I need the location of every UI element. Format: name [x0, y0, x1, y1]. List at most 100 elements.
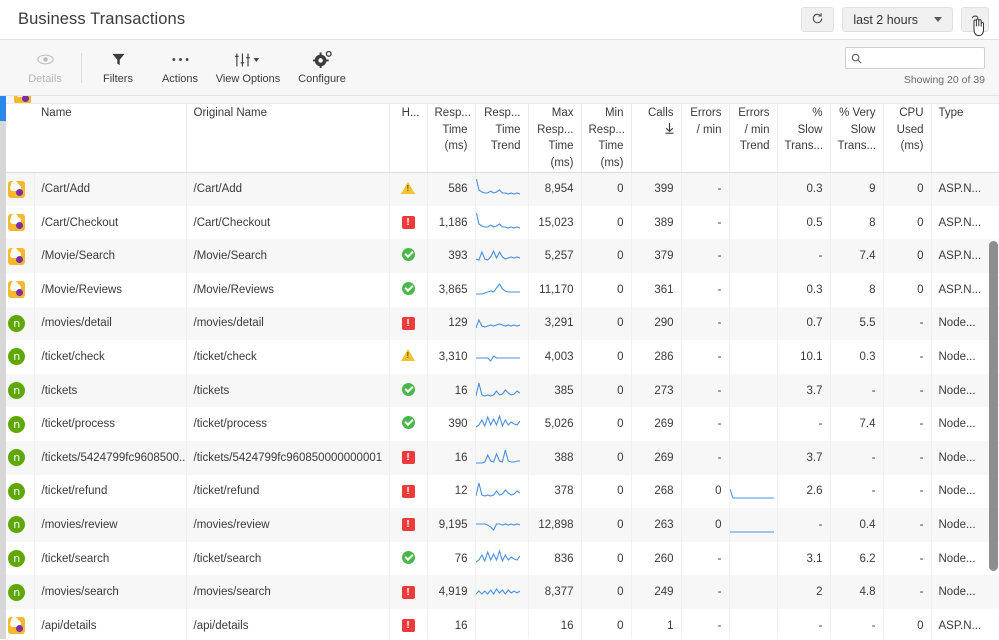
critical-icon: ! [401, 484, 415, 498]
sparkline [475, 449, 520, 464]
row-name[interactable]: /ticket/process [34, 407, 187, 441]
sparkline [475, 548, 520, 563]
row-cpu-used: 0 [883, 172, 932, 206]
table-row[interactable]: n/ticket/search/ticket/search 76 836 0 260-3… [0, 541, 999, 576]
th-name[interactable]: Name [34, 96, 187, 173]
th-response-time[interactable]: Resp... Time (ms) [427, 96, 476, 173]
row-max-response-time: 8,954 [528, 172, 582, 206]
row-health [389, 239, 428, 273]
row-name[interactable]: /Cart/Add [34, 172, 187, 206]
row-health: ! [389, 205, 428, 240]
row-original-name: /tickets [186, 373, 390, 408]
th-pct-very-slow[interactable]: % Very Slow Trans... [830, 96, 884, 173]
row-max-response-time: 5,026 [528, 407, 582, 441]
time-range-selector[interactable]: last 2 hours [842, 7, 953, 32]
row-errors-trend [729, 474, 778, 509]
filters-button[interactable]: Filters [87, 44, 149, 92]
th-min-response-time[interactable]: Min Resp... Time (ms) [581, 96, 632, 173]
table-row[interactable]: n/ticket/process/ticket/process 390 5,026 0… [0, 407, 999, 441]
left-scrollbar-track[interactable] [0, 96, 6, 639]
row-health [389, 407, 428, 441]
actions-label: Actions [161, 72, 199, 85]
row-cpu-used: - [883, 440, 932, 475]
th-response-time-trend[interactable]: Resp... Time Trend [475, 96, 529, 173]
th-health[interactable]: H... [389, 96, 428, 173]
table-row[interactable]: /Movie/Search/Movie/Search 393 5,257 0 379- -… [0, 239, 999, 273]
table-row[interactable]: n/tickets/tickets 16 385 0 273-3.7- - Node... [0, 373, 999, 408]
th-original-name[interactable]: Original Name [186, 96, 390, 173]
row-name[interactable]: /movies/review [34, 508, 187, 542]
search-input[interactable] [866, 51, 979, 65]
row-calls: 379 [631, 239, 682, 273]
row-name[interactable]: /ticket/search [34, 541, 187, 576]
row-name[interactable]: /ticket/refund [34, 474, 187, 509]
row-health [389, 272, 428, 307]
row-name[interactable]: /movies/search [34, 575, 187, 609]
row-max-response-time: 3,291 [528, 306, 582, 341]
row-errors-trend [729, 541, 778, 576]
row-errors-trend [729, 205, 778, 240]
row-max-response-time: 388 [528, 440, 582, 475]
row-name[interactable]: /tickets [34, 373, 187, 408]
table-row[interactable]: /Cart/Add/Cart/Add5868,9540399-0.390ASP.… [0, 172, 999, 206]
row-calls: 389 [631, 205, 682, 240]
dotnet-icon [8, 247, 26, 265]
row-max-response-time: 385 [528, 373, 582, 408]
table-row[interactable]: /api/details/api/details! 16 16 0 1- - -0 ASP.N… [0, 608, 999, 639]
sliders-icon [235, 51, 261, 69]
table-row[interactable]: n/ticket/refund/ticket/refund! 12 378 0 268 0… [0, 474, 999, 509]
vertical-scrollbar-thumb[interactable] [989, 241, 998, 571]
row-errors-per-min: - [681, 205, 730, 240]
node-icon: n [8, 415, 26, 433]
row-name[interactable]: /Movie/Reviews [34, 272, 187, 307]
row-errors-per-min: 0 [681, 474, 730, 509]
table-row[interactable]: n/movies/review/movies/review! 9,195 12,89… [0, 508, 999, 542]
th-cpu-used[interactable]: CPU Used (ms) [883, 96, 932, 173]
showing-count: Showing 20 of 39 [903, 74, 985, 86]
configure-button[interactable]: Configure [285, 44, 359, 92]
th-errors-per-min-trend[interactable]: Errors / min Trend [729, 96, 778, 173]
row-cpu-used: - [883, 306, 932, 341]
row-response-time-trend [475, 407, 529, 441]
row-original-name: /Movie/Reviews [186, 272, 390, 307]
warning-icon [401, 349, 415, 362]
table-row[interactable]: n/tickets/5424799fc9608500.../tickets/54… [0, 440, 999, 475]
table-row[interactable]: /Movie/Reviews/Movie/Reviews 3,865 11,170 0… [0, 272, 999, 307]
row-cpu-used: - [883, 373, 932, 408]
row-original-name: /ticket/refund [186, 474, 390, 509]
left-scrollbar-thumb[interactable] [0, 96, 6, 121]
th-errors-per-min[interactable]: Errors / min [681, 96, 730, 173]
critical-icon: ! [401, 585, 415, 599]
refresh-button[interactable] [801, 7, 835, 32]
search-box[interactable] [845, 47, 985, 69]
critical-icon: ! [401, 451, 415, 465]
details-button[interactable]: Details [14, 44, 76, 92]
table-row[interactable]: /Cart/Checkout/Cart/Checkout! 1,186 15,023… [0, 205, 999, 240]
th-pct-slow[interactable]: % Slow Trans... [777, 96, 831, 173]
row-name[interactable]: /movies/detail [34, 306, 187, 341]
row-response-time: 76 [427, 541, 476, 576]
row-name[interactable]: /ticket/check [34, 340, 187, 374]
help-button[interactable]: ? [961, 7, 989, 37]
row-name[interactable]: /tickets/5424799fc9608500... [34, 440, 187, 475]
view-options-button[interactable]: View Options [211, 44, 285, 92]
actions-button[interactable]: Actions [149, 44, 211, 92]
eye-icon [36, 51, 54, 69]
table-row[interactable]: n/movies/detail/movies/detail! 129 3,291 0 2… [0, 306, 999, 341]
row-response-time: 3,865 [427, 272, 476, 307]
warning-icon [401, 181, 415, 194]
th-max-response-time[interactable]: Max Resp... Time (ms) [528, 96, 582, 173]
row-name[interactable]: /api/details [34, 608, 187, 639]
row-errors-per-min: - [681, 407, 730, 441]
th-type[interactable]: Type [931, 96, 999, 173]
row-name[interactable]: /Cart/Checkout [34, 205, 187, 240]
row-type: ASP.N... [931, 608, 999, 639]
row-pct-very-slow: 6.2 [830, 541, 884, 576]
row-name[interactable]: /Movie/Search [34, 239, 187, 273]
node-icon: n [8, 382, 26, 400]
table-row[interactable]: n/movies/search/movies/search! 4,919 8,377… [0, 575, 999, 609]
th-calls[interactable]: Calls [631, 96, 682, 173]
row-calls: 361 [631, 272, 682, 307]
table-row[interactable]: n/ticket/check/ticket/check 3,310 4,003028… [0, 340, 999, 374]
row-type: Node... [931, 575, 999, 609]
